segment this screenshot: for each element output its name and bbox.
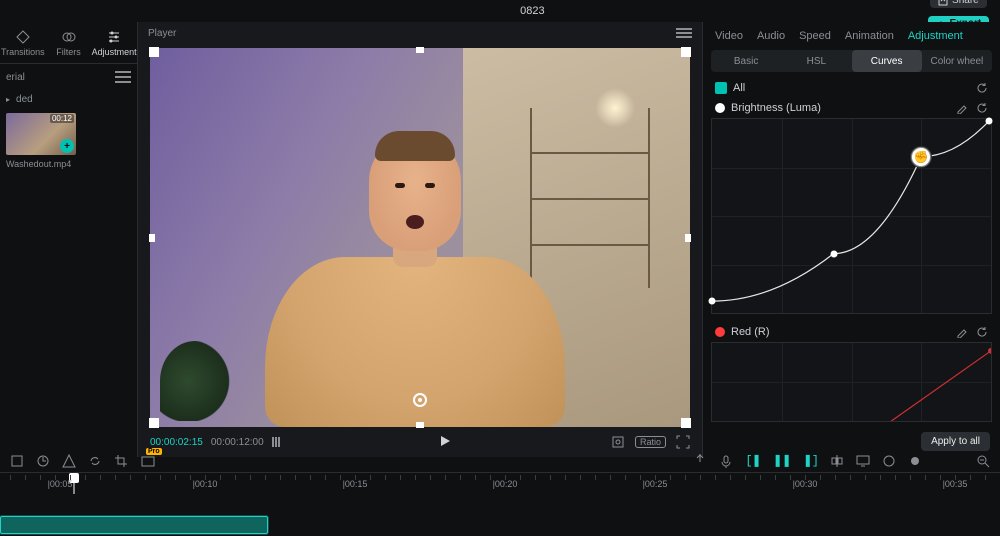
red-channel-icon[interactable] [715,327,725,337]
crop-icon[interactable] [114,454,128,468]
player-title: Player [148,28,176,39]
apply-to-all-button[interactable]: Apply to all [921,432,990,451]
zoom-fit-icon[interactable] [882,454,896,468]
media-clip-name: Washedout.mp4 [6,159,76,169]
media-duration: 00:12 [50,114,74,123]
red-curve-editor[interactable] [711,342,992,422]
timecode-total: 00:00:12:00 [211,437,264,448]
ruler-mark: |00:35 [943,479,968,489]
tab-transitions-label: Transitions [1,47,45,57]
subtab-basic[interactable]: Basic [711,50,781,72]
grab-cursor-icon: ✊ [911,147,931,167]
media-clip[interactable]: 00:12 + Washedout.mp4 [6,113,76,169]
red-label: Red (R) [731,326,770,338]
list-view-icon[interactable] [115,71,131,83]
play-button[interactable] [439,435,451,450]
edit-luma-icon[interactable] [956,102,968,114]
reset-all-icon[interactable] [976,82,988,94]
share-label: Share [952,0,979,6]
bracket-in-icon[interactable]: [❚ [745,453,760,468]
ruler-mark: |00:15 [343,479,368,489]
tab-filters-label: Filters [56,47,81,57]
reset-luma-icon[interactable] [976,102,988,114]
rtab-animation[interactable]: Animation [845,30,894,42]
all-checkbox[interactable] [715,82,727,94]
bracket-out-icon[interactable]: ❚] [803,453,818,468]
ruler-mark: |00:30 [793,479,818,489]
curve-node[interactable] [830,250,837,257]
recenter-icon[interactable] [413,393,427,407]
sync-icon[interactable] [88,454,102,468]
rtab-audio[interactable]: Audio [757,30,785,42]
ruler-mark: |00:10 [193,479,218,489]
tab-transitions[interactable]: Transitions [0,22,46,63]
rtab-adjustment[interactable]: Adjustment [908,30,963,42]
focus-icon[interactable] [611,435,625,449]
timeline-ruler[interactable]: |00:05 |00:10 |00:15 |00:20 |00:25 |00:30 |00:… [0,472,1000,494]
pro-tag: Pro [146,448,162,455]
player-menu-icon[interactable] [676,28,692,38]
ruler-mark: |00:20 [493,479,518,489]
selection-frame[interactable] [150,48,690,427]
align-icon[interactable] [830,454,844,468]
timeline-tracks[interactable] [0,494,1000,536]
subtab-hsl[interactable]: HSL [781,50,851,72]
tab-filters[interactable]: Filters [46,22,92,63]
media-section[interactable]: ded [0,90,137,109]
luma-channel-icon[interactable] [715,103,725,113]
zoom-timeline-icon[interactable] [976,454,990,468]
undo-icon[interactable] [10,454,24,468]
pro-feature-icon[interactable]: Pro [140,454,156,468]
marker-icon[interactable] [693,452,707,469]
rtab-speed[interactable]: Speed [799,30,831,42]
ratio-button[interactable]: Ratio [635,436,666,448]
luma-label: Brightness (Luma) [731,102,821,114]
rtab-video[interactable]: Video [715,30,743,42]
curve-node[interactable] [986,117,993,124]
all-label: All [733,82,745,94]
audio-level-icon [272,437,280,447]
warning-icon[interactable] [62,454,76,468]
ruler-mark: |00:25 [643,479,668,489]
subtab-colorwheel[interactable]: Color wheel [922,50,992,72]
bracket-split-icon[interactable]: ❚❚ [773,453,791,468]
media-thumb: 00:12 + [6,113,76,155]
ruler-mark: |00:05 [48,479,73,489]
mic-icon[interactable] [719,454,733,468]
fullscreen-icon[interactable] [676,435,690,449]
record-icon[interactable] [908,454,922,468]
media-section-label: ded [16,94,33,105]
project-title: 0823 [140,5,925,17]
curve-node[interactable] [709,298,716,305]
edit-red-icon[interactable] [956,326,968,338]
share-button[interactable]: Share [930,0,987,8]
add-clip-icon[interactable]: + [60,139,74,153]
timeline-clip[interactable] [0,516,268,534]
tab-adjustment[interactable]: Adjustment [91,22,137,63]
reset-red-icon[interactable] [976,326,988,338]
luma-curve-editor[interactable]: ✊ [711,118,992,314]
search-text: erial [6,72,25,83]
subtab-curves[interactable]: Curves [852,50,922,72]
timecode-current: 00:00:02:15 [150,437,203,448]
monitor-icon[interactable] [856,454,870,468]
tab-adjustment-label: Adjustment [92,47,137,57]
refresh-icon[interactable] [36,454,50,468]
player-viewport[interactable] [150,48,690,427]
